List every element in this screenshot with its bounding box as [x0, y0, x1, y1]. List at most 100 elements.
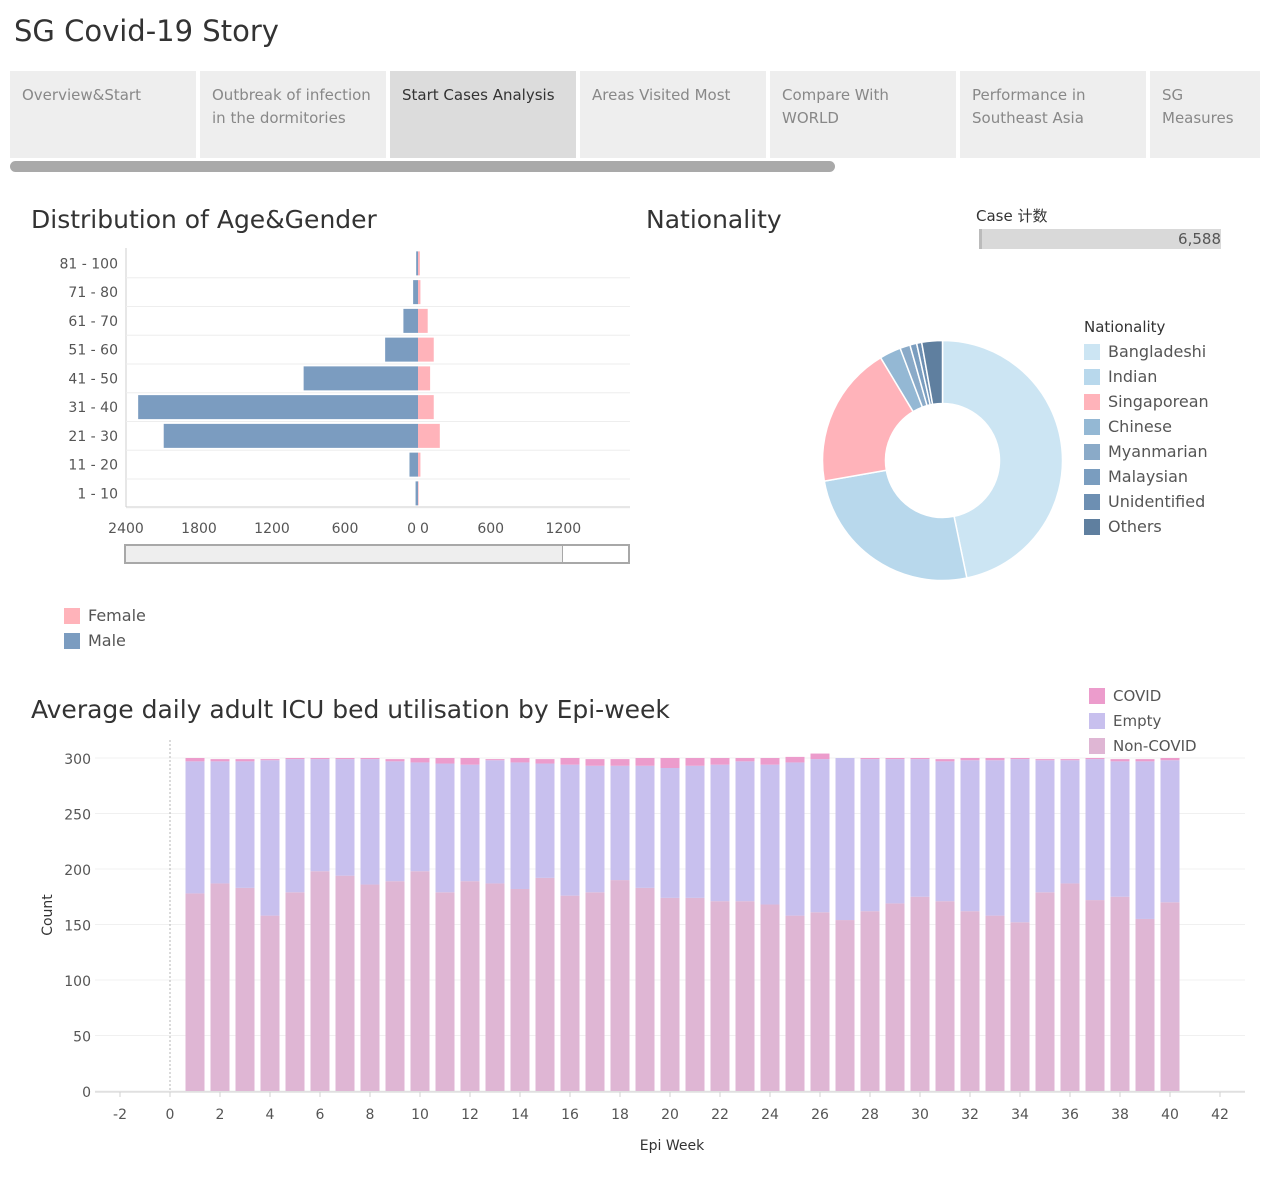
icu-x-tick-label: 6	[316, 1107, 325, 1123]
icu-bar-covid	[1010, 758, 1030, 760]
icu-bar-empty	[785, 762, 805, 916]
icu-bar-empty	[860, 759, 880, 912]
female-bar	[418, 395, 434, 420]
icu-bar-covid	[510, 758, 530, 763]
legend-label: Bangladeshi	[1108, 342, 1207, 361]
legend-swatch	[1084, 518, 1100, 535]
age-category-label: 21 - 30	[68, 429, 118, 445]
icu-bar-empty	[735, 761, 755, 902]
icu-x-tick-label: 14	[511, 1107, 529, 1123]
female-axis-tick-label: 1200	[546, 521, 582, 537]
icu-bar-empty	[1160, 760, 1180, 903]
icu-bar-covid	[310, 758, 330, 760]
tab-start-cases-analysis[interactable]: Start Cases Analysis	[390, 71, 576, 158]
icu-bar-empty	[985, 760, 1005, 916]
legend-item-unidentified[interactable]: Unidentified	[1084, 489, 1209, 514]
legend-item-malaysian[interactable]: Malaysian	[1084, 464, 1209, 489]
icu-x-tick-label: 24	[761, 1107, 779, 1123]
story-tabs: Overview&Start Outbreak of infection in …	[10, 71, 1260, 158]
legend-item-singaporean[interactable]: Singaporean	[1084, 389, 1209, 414]
icu-bar-covid	[735, 758, 755, 762]
tab-performance-southeast-asia[interactable]: Performance in Southeast Asia	[960, 71, 1146, 158]
icu-x-tick-label: 18	[611, 1107, 629, 1123]
icu-bar-covid	[960, 758, 980, 761]
icu-legend-item-empty[interactable]: Empty	[1089, 708, 1197, 733]
icu-bar-covid	[985, 758, 1005, 761]
age-chart-scroll-thumb[interactable]	[126, 546, 563, 562]
legend-item-indian[interactable]: Indian	[1084, 364, 1209, 389]
icu-bar-covid	[210, 759, 230, 762]
age-chart-scroll-range[interactable]	[124, 544, 630, 564]
legend-label: COVID	[1113, 686, 1162, 705]
icu-y-tick-label: 50	[73, 1030, 91, 1046]
icu-bar-non-covid	[635, 887, 655, 1091]
icu-bar-covid	[585, 759, 605, 766]
tab-overview-start[interactable]: Overview&Start	[10, 71, 196, 158]
legend-item-female[interactable]: Female	[64, 603, 146, 628]
icu-bar-empty	[335, 759, 355, 876]
icu-bar-empty	[260, 760, 280, 916]
icu-bar-empty	[360, 759, 380, 885]
legend-label: Singaporean	[1108, 392, 1209, 411]
male-axis-tick-label: 1800	[181, 521, 217, 537]
icu-legend-item-covid[interactable]: COVID	[1089, 683, 1197, 708]
icu-bar-empty	[935, 761, 955, 902]
nationality-title: Nationality	[646, 205, 782, 234]
icu-bar-non-covid	[835, 920, 855, 1091]
icu-bar-non-covid	[810, 912, 830, 1091]
legend-item-chinese[interactable]: Chinese	[1084, 414, 1209, 439]
icu-bar-covid	[885, 758, 905, 760]
legend-item-others[interactable]: Others	[1084, 514, 1209, 539]
icu-bar-empty	[285, 759, 305, 893]
icu-bar-non-covid	[935, 901, 955, 1091]
icu-bar-non-covid	[860, 911, 880, 1091]
icu-x-tick-label: -2	[113, 1107, 127, 1123]
legend-label: Others	[1108, 517, 1162, 536]
female-bar	[418, 337, 434, 362]
icu-bar-covid	[235, 759, 255, 762]
icu-bar-covid	[610, 759, 630, 766]
icu-x-tick-label: 22	[711, 1107, 729, 1123]
icu-bar-covid	[710, 758, 730, 765]
icu-bar-empty	[235, 761, 255, 888]
age-category-label: 1 - 10	[77, 486, 118, 502]
icu-bar-covid	[1135, 759, 1155, 762]
legend-label: Unidentified	[1108, 492, 1206, 511]
tab-outbreak-dormitories[interactable]: Outbreak of infection in the dormitories	[200, 71, 386, 158]
icu-bar-covid	[1160, 758, 1180, 761]
icu-bar-non-covid	[360, 884, 380, 1091]
tab-compare-with-world[interactable]: Compare With WORLD	[770, 71, 956, 158]
tab-sg-measures[interactable]: SG Measures	[1150, 71, 1260, 158]
tabs-horizontal-scrollbar[interactable]	[10, 161, 835, 172]
icu-x-tick-label: 38	[1111, 1107, 1129, 1123]
case-count-bar[interactable]: 6,588	[979, 229, 1221, 249]
age-category-label: 11 - 20	[68, 458, 118, 474]
icu-bar-non-covid	[610, 880, 630, 1091]
female-bar	[418, 481, 419, 506]
icu-bar-covid	[935, 759, 955, 762]
nationality-legend: Nationality Bangladeshi Indian Singaporean…	[1084, 318, 1209, 539]
legend-item-myanmarian[interactable]: Myanmarian	[1084, 439, 1209, 464]
icu-bar-empty	[435, 763, 455, 893]
icu-bar-non-covid	[285, 892, 305, 1091]
icu-bar-covid	[785, 756, 805, 763]
icu-bar-non-covid	[885, 903, 905, 1091]
icu-bar-empty	[660, 767, 680, 898]
legend-swatch	[1084, 343, 1100, 360]
icu-bar-covid	[335, 758, 355, 760]
icu-bar-empty	[910, 759, 930, 897]
donut-slice-bangladeshi	[941, 339, 1064, 579]
male-bar	[413, 280, 418, 305]
icu-bar-empty	[835, 758, 855, 921]
icu-bar-non-covid	[985, 915, 1005, 1091]
icu-x-tick-label: 32	[961, 1107, 979, 1123]
legend-item-bangladeshi[interactable]: Bangladeshi	[1084, 339, 1209, 364]
icu-bar-empty	[685, 765, 705, 898]
legend-label: Indian	[1108, 367, 1158, 386]
legend-item-male[interactable]: Male	[64, 628, 146, 653]
icu-bar-non-covid	[960, 911, 980, 1091]
female-bar	[418, 280, 421, 305]
tab-areas-visited-most[interactable]: Areas Visited Most	[580, 71, 766, 158]
icu-bar-non-covid	[760, 904, 780, 1091]
male-bar	[409, 452, 418, 477]
